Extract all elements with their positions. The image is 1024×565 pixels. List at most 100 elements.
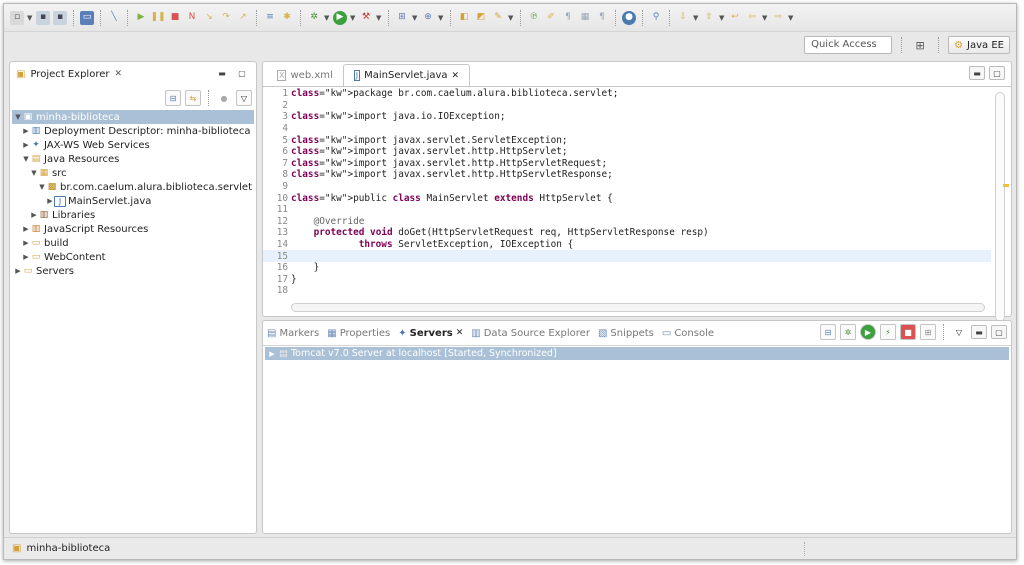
bottom-tab[interactable]: ▭ Console [662,328,714,339]
last-edit-icon[interactable]: ↩ [728,11,742,25]
next-annotation-icon[interactable]: ⇩ [676,11,690,25]
minimize-icon[interactable]: ▬ [214,66,230,80]
resume-icon[interactable]: ▶ [134,11,148,25]
bottom-tab[interactable]: ▥ Data Source Explorer [471,328,590,339]
step-into-icon[interactable]: ↘ [202,11,216,25]
code-editor[interactable]: 1 class="kw">package br.com.caelum.alura.… [263,88,991,302]
tree-node[interactable]: ▶ ▭ build [12,236,254,250]
maximize-icon[interactable]: ▢ [989,66,1005,80]
vertical-scrollbar[interactable] [995,92,1005,322]
collapse-arrow-icon[interactable]: ▼ [14,113,22,121]
skip-breakpoints-icon[interactable]: ╲ [107,11,121,25]
pin-editor-icon[interactable]: ⚲ [649,11,663,25]
quick-access-field[interactable]: Quick Access [804,36,893,54]
profile-server-icon[interactable]: ⚡ [880,324,896,340]
bottom-tab[interactable]: ▧ Snippets [598,328,654,339]
tree-node[interactable]: ▶ ▥ JavaScript Resources [12,222,254,236]
link-with-editor-icon[interactable]: ⇆ [185,90,201,106]
collapse-arrow-icon[interactable]: ▼ [30,169,38,177]
build-icon[interactable]: ✱ [280,11,294,25]
view-menu-icon[interactable]: ▽ [951,324,967,340]
tree-node[interactable]: ▶ J MainServlet.java [12,194,254,208]
tree-node[interactable]: ▼ ▦ src [12,166,254,180]
editor-tab[interactable]: J MainServlet.java ✕ [342,64,471,86]
maximize-icon[interactable]: ▢ [234,66,250,80]
mark-occurrences-icon[interactable]: ✐ [544,11,558,25]
open-perspective-icon[interactable]: ⊞ [911,36,929,54]
debug-icon[interactable]: ✲ [307,11,321,25]
open-task-icon[interactable]: ◩ [474,11,488,25]
back-dropdown-icon[interactable]: ▼ [762,14,768,22]
bottom-tab[interactable]: ▦ Properties [327,328,390,339]
new-server-icon[interactable]: ⊞ [395,11,409,25]
show-whitespace-icon[interactable]: ¶ [595,11,609,25]
minimize-icon[interactable]: ▬ [969,66,985,80]
previous-annotation-dropdown-icon[interactable]: ▼ [719,14,725,22]
tree-node[interactable]: ▼ ▣ minha-biblioteca [12,110,254,124]
save-icon[interactable]: ▪ [36,10,50,25]
step-over-icon[interactable]: ↷ [219,11,233,25]
collapse-arrow-icon[interactable]: ▼ [38,183,46,191]
close-icon[interactable]: ✕ [456,328,464,338]
focus-icon[interactable]: ● [216,90,232,106]
new-class-icon[interactable]: ⊕ [421,11,435,25]
search-icon[interactable]: ✎ [491,11,505,25]
run-icon[interactable]: ▶ [333,10,347,25]
maximize-icon[interactable]: ▢ [991,325,1007,339]
annotation-icon[interactable]: ℗ [527,11,541,25]
view-menu-icon[interactable]: ▽ [236,90,252,106]
disconnect-icon[interactable]: N [185,11,199,25]
previous-annotation-icon[interactable]: ⇧ [702,11,716,25]
tree-node[interactable]: ▶ ✦ JAX-WS Web Services [12,138,254,152]
console-view-icon[interactable]: ▭ [80,10,94,25]
start-server-icon[interactable]: ▶ [860,324,876,340]
close-icon[interactable]: ✕ [114,69,122,79]
terminate-icon[interactable]: ■ [168,11,182,25]
horizontal-scrollbar[interactable] [291,303,985,312]
suspend-icon[interactable]: ❚❚ [150,11,165,25]
tree-node[interactable]: ▶ ▥ Deployment Descriptor: minha-bibliotec… [12,124,254,138]
word-wrap-icon[interactable]: ¶ [561,11,575,25]
tree-node[interactable]: ▼ ▩ br.com.caelum.alura.biblioteca.servlet [12,180,254,194]
editor-tab[interactable]: Xweb.xml [267,64,343,86]
step-return-icon[interactable]: ↗ [236,11,250,25]
collapse-arrow-icon[interactable]: ▼ [22,155,30,163]
new-dropdown-icon[interactable]: ▼ [27,14,33,22]
minimize-icon[interactable]: ▬ [971,325,987,339]
back-icon[interactable]: ⇦ [745,11,759,25]
tree-node[interactable]: ▶ ▭ Servers [12,264,254,278]
expand-arrow-icon[interactable]: ▶ [268,350,276,358]
save-all-icon[interactable]: ▪ [53,10,67,25]
run-dropdown-icon[interactable]: ▼ [350,14,356,22]
close-icon[interactable]: ✕ [452,71,460,81]
collapse-all-icon[interactable]: ⊟ [820,324,836,340]
open-type-icon[interactable]: ◧ [457,11,471,25]
tree-node[interactable]: ▶ ▥ Libraries [12,208,254,222]
publish-icon[interactable]: ⊞ [920,324,936,340]
new-server-dropdown-icon[interactable]: ▼ [412,14,418,22]
bottom-tab[interactable]: ✦ Servers ✕ [398,328,463,339]
stop-server-icon[interactable]: ■ [900,324,916,340]
next-annotation-dropdown-icon[interactable]: ▼ [693,14,699,22]
bottom-tab[interactable]: ▤ Markers [267,328,319,339]
block-selection-icon[interactable]: ▦ [578,11,592,25]
forward-icon[interactable]: ⇨ [771,11,785,25]
server-row-tomcat[interactable]: ▶ ▤ Tomcat v7.0 Server at localhost [Sta… [265,347,1009,360]
expand-arrow-icon[interactable]: ▶ [22,239,30,247]
external-tools-icon[interactable]: ⚒ [359,11,373,25]
debug-dropdown-icon[interactable]: ▼ [324,14,330,22]
debug-server-icon[interactable]: ✲ [840,324,856,340]
expand-arrow-icon[interactable]: ▶ [30,211,38,219]
expand-arrow-icon[interactable]: ▶ [46,197,54,205]
collapse-all-icon[interactable]: ⊟ [165,90,181,106]
expand-arrow-icon[interactable]: ▶ [22,127,30,135]
tree-node[interactable]: ▶ ▭ WebContent [12,250,254,264]
expand-arrow-icon[interactable]: ▶ [22,141,30,149]
expand-arrow-icon[interactable]: ▶ [22,253,30,261]
expand-arrow-icon[interactable]: ▶ [22,225,30,233]
web-browser-icon[interactable]: ● [622,10,636,25]
tree-node[interactable]: ▼ ▤ Java Resources [12,152,254,166]
new-class-dropdown-icon[interactable]: ▼ [438,14,444,22]
new-file-icon[interactable]: ▫ [10,10,24,25]
search-dropdown-icon[interactable]: ▼ [508,14,514,22]
